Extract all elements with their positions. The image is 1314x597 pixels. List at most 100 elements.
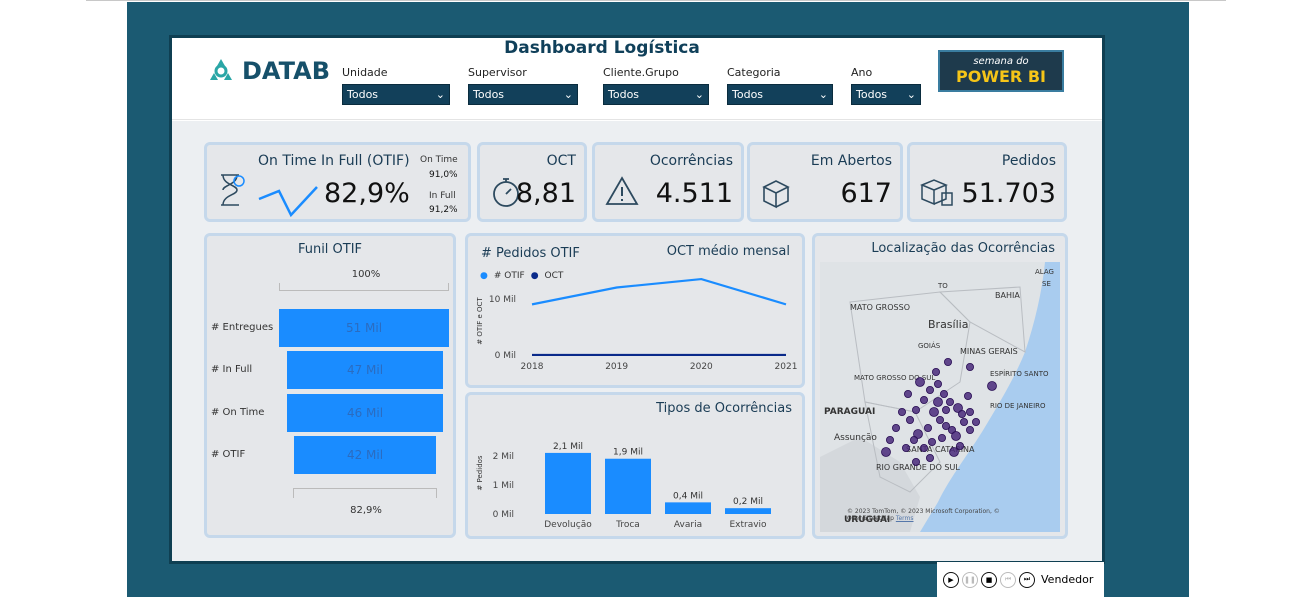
map-card[interactable]: Localização das Ocorrências MATO GROSSO T… xyxy=(812,233,1068,539)
map-point xyxy=(951,431,961,441)
map-point xyxy=(904,389,913,398)
map-point xyxy=(946,397,955,406)
map-label: ESPÍRITO SANTO xyxy=(990,369,1049,378)
stop-icon[interactable]: ■ xyxy=(981,571,997,588)
bar-chart: # Pedidos 0 Mil 1 Mil 2 Mil 2,1 Mil Devolução… xyxy=(476,442,771,530)
top-divider xyxy=(86,0,1226,1)
slicer-label: Ano xyxy=(851,66,873,79)
next-icon[interactable]: ⏭ xyxy=(1019,571,1035,588)
kpi-title: On Time In Full (OTIF) xyxy=(258,153,410,169)
map-point xyxy=(906,415,915,424)
kpi-card-oct[interactable]: OCT 8,81 xyxy=(477,142,587,222)
map-point xyxy=(912,457,921,466)
map-point xyxy=(949,447,959,457)
map-point xyxy=(932,368,941,377)
funnel-stage-label: # In Full xyxy=(211,364,253,375)
map-area[interactable]: MATO GROSSO TO BAHIA Brasília GOIÁS MINAS GER… xyxy=(820,262,1060,532)
kpi-title: OCT xyxy=(546,153,576,169)
funnel-bar[interactable]: 51 Mil xyxy=(279,309,449,347)
kpi-card-otif[interactable]: On Time In Full (OTIF) 82,9% On Time 91,… xyxy=(204,142,471,222)
bar-data-label: 0,4 Mil xyxy=(673,491,703,501)
funnel-bar[interactable]: 46 Mil xyxy=(287,394,443,432)
bar-chart-card[interactable]: Tipos de Ocorrências # Pedidos 0 Mil 1 Mil… xyxy=(465,392,805,539)
slicer-cliente-grupo: Cliente.Grupo Todos ⌄ xyxy=(603,66,709,105)
chevron-down-icon: ⌄ xyxy=(435,88,445,101)
report-body: On Time In Full (OTIF) 82,9% On Time 91,… xyxy=(172,121,1102,561)
semana-power-bi-logo: semana do POWER BI xyxy=(938,50,1064,92)
map-label: PARAGUAI xyxy=(824,407,875,417)
kpi-title: Ocorrências xyxy=(649,153,733,169)
hourglass-icon xyxy=(221,174,245,206)
map-point xyxy=(929,407,939,417)
slicer-dropdown[interactable]: Todos ⌄ xyxy=(342,84,450,105)
bar-data-label: 1,9 Mil xyxy=(613,448,643,458)
slicer-label: Cliente.Grupo xyxy=(603,66,679,79)
bar-data-label: 0,2 Mil xyxy=(733,497,763,507)
map-point xyxy=(965,363,974,372)
in-full-label: In Full xyxy=(429,191,456,201)
funnel-stage-label: # OTIF xyxy=(211,449,246,460)
map-point xyxy=(933,397,943,407)
funnel-card[interactable]: Funil OTIF 100% # Entregues 51 Mil # In … xyxy=(204,233,456,538)
map-label: SE xyxy=(1042,280,1051,288)
kpi-card-ocorrencias[interactable]: Ocorrências 4.511 xyxy=(592,142,744,222)
kpi-card-pedidos[interactable]: Pedidos 51.703 xyxy=(907,142,1067,222)
chevron-down-icon: ⌄ xyxy=(563,88,573,101)
funnel-bar[interactable]: 42 Mil xyxy=(294,436,436,474)
x-tick-label: Devolução xyxy=(544,520,592,530)
datab-logo-icon xyxy=(210,59,232,80)
pause-icon[interactable]: ❚❚ xyxy=(962,571,978,588)
map-point xyxy=(902,443,911,452)
map-point xyxy=(938,433,947,442)
company-logo: DATAB xyxy=(206,56,330,86)
slicer-dropdown[interactable]: Todos ⌄ xyxy=(851,84,921,105)
report-canvas: DATAB Dashboard Logística Unidade Todos ⌄… xyxy=(172,38,1102,561)
funnel-bar[interactable]: 47 Mil xyxy=(287,351,443,389)
y-tick-label: 2 Mil xyxy=(493,452,514,462)
chevron-down-icon: ⌄ xyxy=(906,88,916,101)
slicer-label: Supervisor xyxy=(468,66,527,79)
slicer-unidade: Unidade Todos ⌄ xyxy=(342,66,450,105)
map-label: MATO GROSSO xyxy=(850,303,910,312)
y-tick-label: 0 Mil xyxy=(495,351,516,361)
funnel-title: Funil OTIF xyxy=(297,242,363,257)
map-point xyxy=(920,395,929,404)
map-point xyxy=(920,443,929,452)
chevron-down-icon: ⌄ xyxy=(818,88,828,101)
map-point xyxy=(915,377,925,387)
slicer-label: Unidade xyxy=(342,66,388,79)
x-tick-label: 2021 xyxy=(775,362,798,372)
on-time-value: 91,0% xyxy=(429,170,458,180)
x-tick-label: Extravio xyxy=(729,520,767,530)
kpi-value: 4.511 xyxy=(655,178,733,209)
map-label: MINAS GERAIS xyxy=(960,347,1018,356)
slicer-dropdown[interactable]: Todos ⌄ xyxy=(468,84,578,105)
line-chart-card[interactable]: # Pedidos OTIF OCT médio mensal ● # OTIF … xyxy=(465,233,805,388)
trend-line-icon xyxy=(258,186,318,218)
bar xyxy=(725,508,771,514)
chevron-down-icon: ⌄ xyxy=(694,88,704,101)
slicer-categoria: Categoria Todos ⌄ xyxy=(727,66,833,105)
slicer-label: Categoria xyxy=(727,66,781,79)
map-terms-link[interactable]: Terms xyxy=(896,515,914,522)
previous-icon[interactable]: ⏮ xyxy=(1000,571,1016,588)
play-icon[interactable]: ▶ xyxy=(943,571,959,588)
slicer-dropdown[interactable]: Todos ⌄ xyxy=(727,84,833,105)
slicer-dropdown[interactable]: Todos ⌄ xyxy=(603,84,709,105)
map-point xyxy=(940,389,949,398)
map-attribution: © 2023 TomTom, © 2023 Microsoft Corporat… xyxy=(847,508,1000,522)
in-full-value: 91,2% xyxy=(429,205,458,215)
bar xyxy=(545,452,591,514)
warning-icon xyxy=(605,176,639,205)
map-point xyxy=(926,453,935,462)
map-point xyxy=(987,381,997,391)
x-tick-label: 2019 xyxy=(605,362,628,372)
map-point xyxy=(928,437,937,446)
kpi-card-em-abertos[interactable]: Em Abertos 617 xyxy=(747,142,903,222)
map-label: GOIÁS xyxy=(918,341,941,350)
x-tick-label: 2020 xyxy=(690,362,713,372)
map-point xyxy=(957,409,966,418)
y-tick-label: 0 Mil xyxy=(493,510,514,520)
map-label: BAHIA xyxy=(995,291,1020,300)
map-point xyxy=(912,405,921,414)
